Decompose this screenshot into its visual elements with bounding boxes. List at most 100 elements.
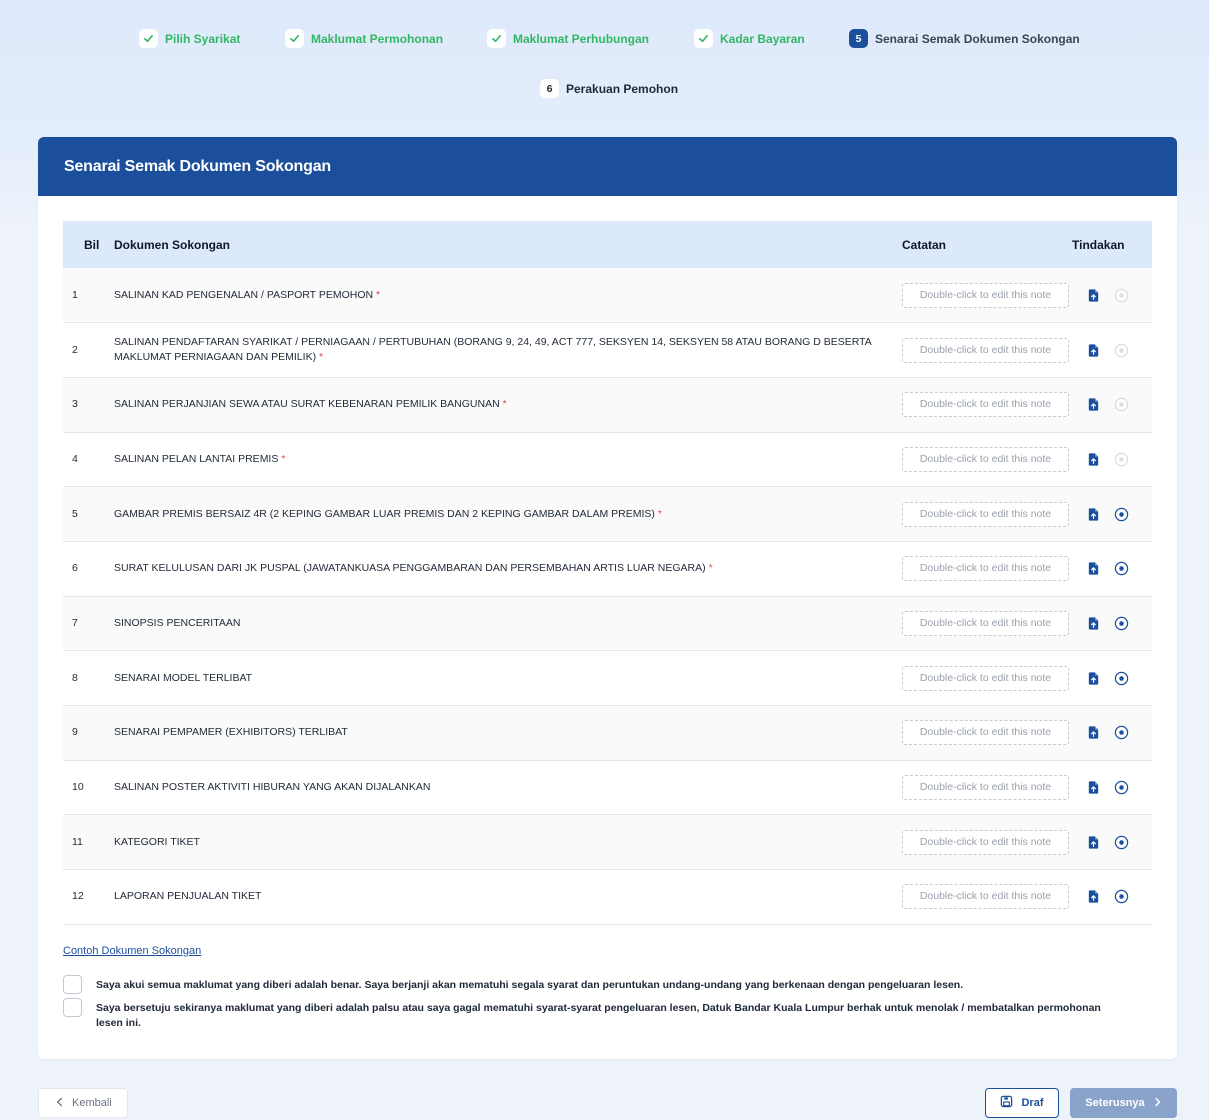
step-kadar-bayaran[interactable]: Kadar Bayaran bbox=[694, 29, 805, 48]
view-icon[interactable] bbox=[1113, 834, 1129, 850]
row-number: 1 bbox=[72, 288, 78, 301]
row-note-cell: Double-click to edit this note bbox=[895, 760, 1069, 815]
step-maklumat-perhubungan[interactable]: Maklumat Perhubungan bbox=[487, 29, 649, 48]
note-field[interactable]: Double-click to edit this note bbox=[902, 392, 1069, 418]
next-button[interactable]: Seterusnya bbox=[1070, 1088, 1177, 1118]
view-icon[interactable] bbox=[1113, 780, 1129, 796]
note-field[interactable]: Double-click to edit this note bbox=[902, 775, 1069, 801]
table-row: 1 SALINAN KAD PENGENALAN / PASPORT PEMOH… bbox=[63, 268, 1152, 323]
chevron-right-icon bbox=[1153, 1097, 1162, 1110]
step-pilih-syarikat[interactable]: Pilih Syarikat bbox=[139, 29, 240, 48]
agreement-1: Saya akui semua maklumat yang diberi ada… bbox=[63, 975, 1106, 994]
row-actions bbox=[1065, 651, 1152, 706]
agreement-1-checkbox[interactable] bbox=[63, 975, 82, 994]
note-field[interactable]: Double-click to edit this note bbox=[902, 829, 1069, 855]
view-icon[interactable] bbox=[1113, 506, 1129, 522]
upload-icon[interactable] bbox=[1085, 889, 1101, 905]
row-note-cell: Double-click to edit this note bbox=[895, 870, 1069, 925]
row-note-cell: Double-click to edit this note bbox=[895, 596, 1069, 651]
step-perakuan-pemohon[interactable]: 6 Perakuan Pemohon bbox=[540, 79, 678, 98]
row-note-cell: Double-click to edit this note bbox=[895, 268, 1069, 323]
table-row: 12 LAPORAN PENJUALAN TIKET Double-click … bbox=[63, 869, 1152, 925]
check-icon bbox=[694, 29, 713, 48]
row-number: 11 bbox=[72, 835, 83, 848]
view-icon[interactable] bbox=[1113, 561, 1129, 577]
back-button[interactable]: Kembali bbox=[38, 1088, 128, 1118]
upload-icon[interactable] bbox=[1085, 615, 1101, 631]
document-name: SURAT KELULUSAN DARI JK PUSPAL (JAWATANK… bbox=[114, 562, 706, 575]
row-number: 12 bbox=[72, 890, 84, 903]
row-document: SURAT KELULUSAN DARI JK PUSPAL (JAWATANK… bbox=[109, 541, 895, 596]
note-field[interactable]: Double-click to edit this note bbox=[902, 337, 1069, 363]
upload-icon[interactable] bbox=[1085, 780, 1101, 796]
agreement-2: Saya bersetuju sekiranya maklumat yang d… bbox=[63, 998, 1106, 1031]
note-field[interactable]: Double-click to edit this note bbox=[902, 501, 1069, 527]
table-row: 5 GAMBAR PREMIS BERSAIZ 4R (2 KEPING GAM… bbox=[63, 486, 1152, 542]
upload-icon[interactable] bbox=[1085, 342, 1101, 358]
agreement-2-checkbox[interactable] bbox=[63, 998, 82, 1017]
step-label: Senarai Semak Dokumen Sokongan bbox=[875, 31, 1080, 46]
step-senarai-semak[interactable]: 5 Senarai Semak Dokumen Sokongan bbox=[849, 29, 1080, 48]
header-tindakan: Tindakan bbox=[1072, 237, 1125, 252]
row-actions bbox=[1065, 268, 1152, 323]
upload-icon[interactable] bbox=[1085, 561, 1101, 577]
row-number: 8 bbox=[72, 671, 78, 684]
table-header-row: Bil Dokumen Sokongan Catatan Tindakan bbox=[63, 221, 1152, 268]
view-icon[interactable] bbox=[1113, 615, 1129, 631]
header-dokumen: Dokumen Sokongan bbox=[114, 237, 231, 252]
row-document: SALINAN PERJANJIAN SEWA ATAU SURAT KEBEN… bbox=[109, 377, 895, 432]
row-document: SINOPSIS PENCERITAAN bbox=[109, 596, 895, 651]
table-row: 2 SALINAN PENDAFTARAN SYARIKAT / PERNIAG… bbox=[63, 322, 1152, 378]
required-mark: * bbox=[502, 398, 507, 411]
view-icon[interactable] bbox=[1113, 725, 1129, 741]
step-label: Perakuan Pemohon bbox=[566, 81, 679, 96]
note-field[interactable]: Double-click to edit this note bbox=[902, 720, 1069, 746]
upload-icon[interactable] bbox=[1085, 397, 1101, 413]
row-actions bbox=[1065, 323, 1152, 378]
row-note-cell: Double-click to edit this note bbox=[895, 323, 1069, 378]
table-row: 9 SENARAI PEMPAMER (EXHIBITORS) TERLIBAT… bbox=[63, 705, 1152, 761]
note-field[interactable]: Double-click to edit this note bbox=[902, 884, 1069, 910]
view-icon[interactable] bbox=[1113, 342, 1129, 358]
view-icon[interactable] bbox=[1113, 670, 1129, 686]
note-field[interactable]: Double-click to edit this note bbox=[902, 282, 1069, 308]
row-document: SALINAN PENDAFTARAN SYARIKAT / PERNIAGAA… bbox=[109, 323, 895, 378]
note-field[interactable]: Double-click to edit this note bbox=[902, 610, 1069, 636]
row-document: KATEGORI TIKET bbox=[109, 815, 895, 870]
upload-icon[interactable] bbox=[1085, 670, 1101, 686]
row-number: 2 bbox=[72, 343, 78, 356]
note-field[interactable]: Double-click to edit this note bbox=[902, 446, 1069, 472]
step-maklumat-permohonan[interactable]: Maklumat Permohonan bbox=[285, 29, 443, 48]
note-field[interactable]: Double-click to edit this note bbox=[902, 665, 1069, 691]
row-note-cell: Double-click to edit this note bbox=[895, 377, 1069, 432]
documents-card: Senarai Semak Dokumen Sokongan Bil Dokum… bbox=[38, 137, 1177, 1059]
document-name: SINOPSIS PENCERITAAN bbox=[114, 616, 241, 629]
view-icon[interactable] bbox=[1113, 397, 1129, 413]
upload-icon[interactable] bbox=[1085, 834, 1101, 850]
view-icon[interactable] bbox=[1113, 451, 1129, 467]
upload-icon[interactable] bbox=[1085, 506, 1101, 522]
note-field[interactable]: Double-click to edit this note bbox=[902, 556, 1069, 582]
view-icon[interactable] bbox=[1113, 889, 1129, 905]
view-icon[interactable] bbox=[1113, 287, 1129, 303]
row-actions bbox=[1065, 541, 1152, 596]
agreement-1-text: Saya akui semua maklumat yang diberi ada… bbox=[96, 979, 964, 991]
row-number: 3 bbox=[72, 398, 78, 411]
required-mark: * bbox=[376, 288, 381, 301]
document-name: SALINAN PERJANJIAN SEWA ATAU SURAT KEBEN… bbox=[114, 398, 500, 411]
next-label: Seterusnya bbox=[1085, 1097, 1145, 1109]
agreement-2-text: Saya bersetuju sekiranya maklumat yang d… bbox=[96, 1002, 1101, 1029]
required-mark: * bbox=[281, 452, 286, 465]
draft-button[interactable]: Draf bbox=[985, 1088, 1059, 1118]
row-note-cell: Double-click to edit this note bbox=[895, 432, 1069, 487]
upload-icon[interactable] bbox=[1085, 451, 1101, 467]
row-number: 10 bbox=[72, 781, 84, 794]
header-catatan: Catatan bbox=[902, 237, 947, 252]
step-label: Pilih Syarikat bbox=[165, 31, 241, 46]
sample-documents-link[interactable]: Contoh Dokumen Sokongan bbox=[63, 945, 201, 957]
upload-icon[interactable] bbox=[1085, 287, 1101, 303]
save-icon bbox=[1000, 1095, 1013, 1111]
upload-icon[interactable] bbox=[1085, 725, 1101, 741]
check-icon bbox=[487, 29, 506, 48]
document-name: LAPORAN PENJUALAN TIKET bbox=[114, 890, 262, 903]
